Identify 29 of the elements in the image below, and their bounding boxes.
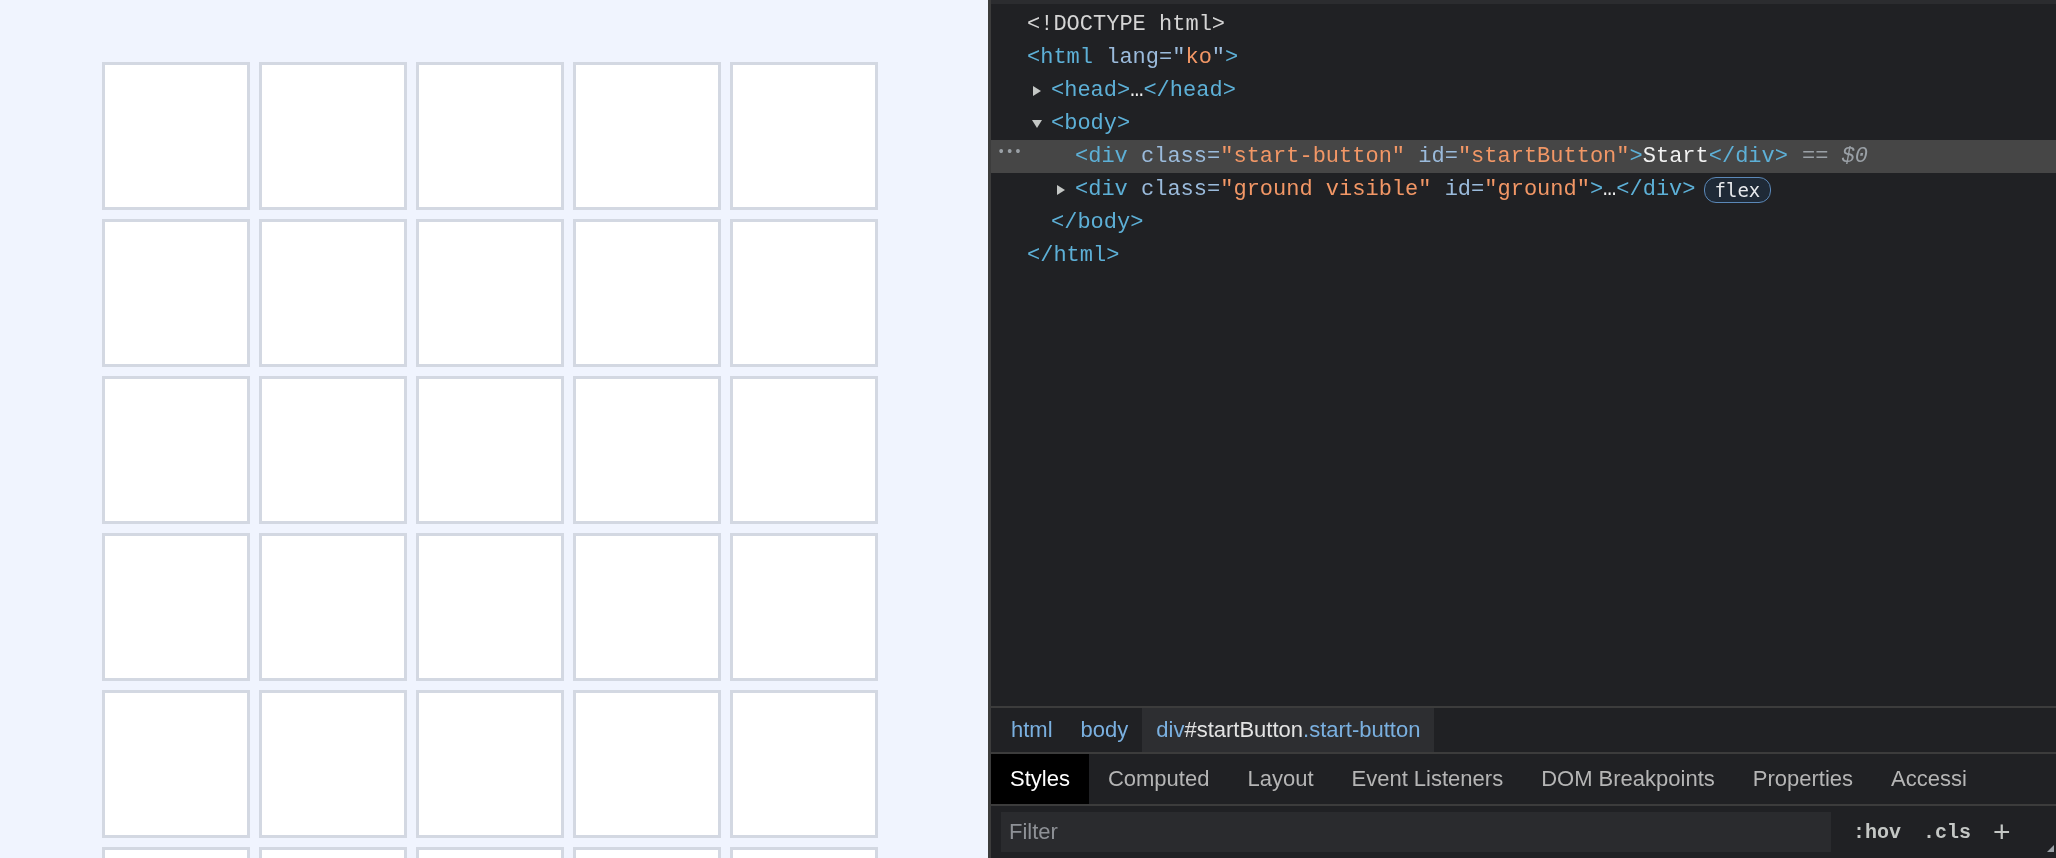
panel-tab[interactable]: Layout	[1228, 754, 1333, 804]
more-actions-glyph[interactable]: •••	[997, 144, 1023, 160]
flex-badge[interactable]: flex	[1703, 176, 1772, 203]
panel-tab[interactable]: DOM Breakpoints	[1522, 754, 1734, 804]
dom-node-code[interactable]: </html>	[1027, 243, 1120, 268]
class-toggle[interactable]: .cls	[1923, 820, 1972, 844]
filter-field[interactable]: Filter	[1001, 812, 1831, 852]
breadcrumb-item[interactable]: div#startButton.start-button	[1142, 708, 1435, 752]
dom-node-code[interactable]: <div class="start-button" id="startButton">Start</div>	[1075, 144, 1788, 169]
breadcrumb-item[interactable]: body	[1066, 708, 1143, 752]
panel-tab[interactable]: Styles	[991, 754, 1089, 804]
node-reference: == $0	[1801, 144, 1868, 169]
breadcrumb-item[interactable]: html	[997, 708, 1067, 752]
dom-node-code[interactable]: <div class="ground visible" id="ground">…</div>	[1075, 177, 1696, 202]
dom-node-code[interactable]: <body>	[1051, 111, 1131, 136]
dom-node-code[interactable]: <!DOCTYPE html>	[1027, 12, 1226, 37]
panel-tab[interactable]: Event Listeners	[1332, 754, 1523, 804]
hover-state-toggle[interactable]: :hov	[1853, 820, 1901, 844]
new-rule-button[interactable]: +	[1993, 817, 2011, 847]
panel-tab[interactable]: Computed	[1088, 754, 1229, 804]
panel-tab[interactable]: Accessi	[1872, 754, 1986, 804]
panel-tab[interactable]: Properties	[1733, 754, 1873, 804]
corner-triangle-icon	[2047, 845, 2054, 852]
dom-node-code[interactable]: <head>…</head>	[1051, 78, 1236, 103]
dom-node-code[interactable]: <html lang="ko">	[1027, 45, 1239, 70]
triangle-icon[interactable]	[1032, 119, 1042, 128]
triangle-icon[interactable]	[1057, 184, 1065, 195]
dom-node-code[interactable]: </body>	[1051, 210, 1144, 235]
triangle-icon[interactable]	[1033, 85, 1041, 96]
